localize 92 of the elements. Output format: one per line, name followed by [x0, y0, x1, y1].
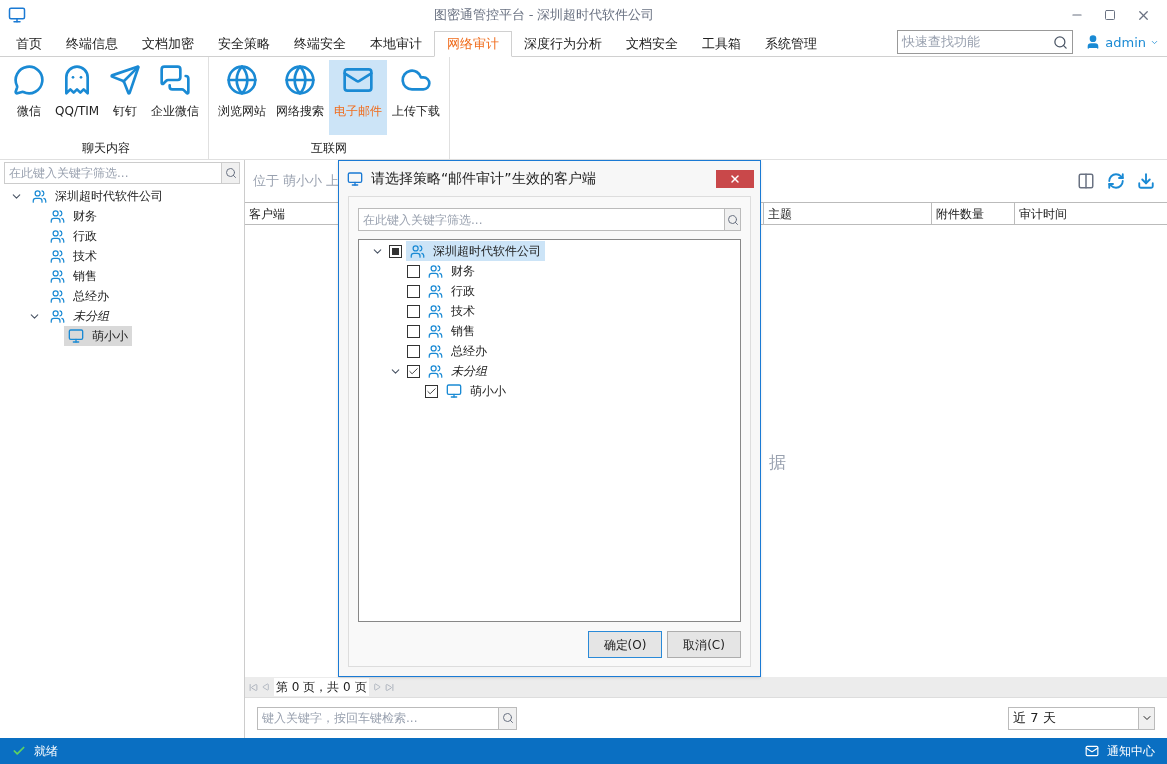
- status-text: 就绪: [34, 743, 59, 760]
- ribbon-button[interactable]: 浏览网站: [213, 60, 272, 135]
- checkbox[interactable]: [407, 364, 420, 378]
- paper-plane-icon: [109, 64, 142, 96]
- users-icon: [428, 323, 443, 339]
- dialog-button[interactable]: 取消(C): [667, 631, 741, 658]
- tree-item[interactable]: 行政: [46, 226, 101, 246]
- dialog-close-button[interactable]: [716, 169, 754, 188]
- ribbon-tab[interactable]: 本地审计: [358, 31, 434, 57]
- search-icon[interactable]: [1053, 34, 1069, 50]
- ribbon-group-label: 互联网: [310, 140, 349, 157]
- column-header[interactable]: 主题: [764, 203, 932, 224]
- users-icon: [50, 228, 65, 244]
- chat-bubble-icon: [13, 64, 45, 96]
- ribbon-tab[interactable]: 系统管理: [753, 31, 829, 57]
- tree-item[interactable]: 总经办: [46, 286, 113, 306]
- checkbox[interactable]: [425, 384, 438, 398]
- ribbon-tab[interactable]: 文档加密: [130, 31, 206, 57]
- check-icon: [12, 744, 26, 758]
- search-icon[interactable]: [726, 213, 739, 226]
- maximize-icon[interactable]: [1104, 9, 1116, 21]
- mail-icon[interactable]: [1085, 744, 1099, 758]
- check-icon: [426, 385, 437, 397]
- tree-item[interactable]: 未分组: [46, 306, 113, 326]
- users-icon: [428, 283, 443, 299]
- users-icon: [50, 248, 65, 264]
- users-icon: [428, 363, 443, 379]
- tree-item[interactable]: 销售: [46, 266, 101, 286]
- users-icon: [50, 208, 65, 224]
- ribbon-button[interactable]: 微信: [8, 60, 50, 135]
- computer-icon: [68, 328, 84, 344]
- users-icon: [410, 243, 425, 259]
- dialog-button[interactable]: 确定(O): [588, 631, 662, 658]
- app-monitor-icon: [8, 6, 26, 24]
- globe-icon: [226, 64, 259, 96]
- tree-item[interactable]: 技术: [424, 301, 479, 321]
- notification-center-link[interactable]: 通知中心: [1107, 742, 1155, 760]
- column-header[interactable]: 审计时间: [1015, 203, 1167, 224]
- search-icon[interactable]: [501, 712, 514, 724]
- empty-message: 据: [769, 451, 786, 475]
- checkbox[interactable]: [407, 344, 420, 358]
- user-menu[interactable]: admin: [1085, 32, 1159, 52]
- tree-item[interactable]: 总经办: [424, 341, 491, 361]
- tree-item[interactable]: 萌小小: [64, 326, 132, 346]
- computer-icon: [446, 383, 462, 399]
- tree-item[interactable]: 财务: [424, 261, 479, 281]
- ribbon-group-label: 聊天内容: [81, 140, 132, 157]
- close-icon: [729, 172, 741, 185]
- ribbon-button[interactable]: 上传下载: [387, 60, 446, 135]
- tree-item[interactable]: 销售: [424, 321, 479, 341]
- tree-item[interactable]: 财务: [46, 206, 101, 226]
- refresh-icon[interactable]: [1107, 172, 1125, 190]
- download-icon[interactable]: [1137, 172, 1155, 190]
- monitor-icon: [347, 170, 363, 187]
- ribbon-tab[interactable]: 安全策略: [206, 31, 282, 57]
- ribbon-tab[interactable]: 文档安全: [614, 31, 690, 57]
- checkbox[interactable]: [407, 264, 420, 278]
- dialog-title: 请选择策略“邮件审计”生效的客户端: [371, 169, 597, 188]
- ribbon-tab[interactable]: 终端信息: [54, 31, 130, 57]
- ribbon-tab[interactable]: 终端安全: [282, 31, 358, 57]
- tree-item[interactable]: 深圳超时代软件公司: [28, 186, 167, 206]
- ribbon-tab[interactable]: 深度行为分析: [512, 31, 614, 57]
- check-icon: [408, 365, 419, 377]
- users-icon: [428, 303, 443, 319]
- location-text: 位于 萌小小 上: [253, 172, 340, 191]
- checkbox[interactable]: [407, 284, 420, 298]
- users-icon: [428, 343, 443, 359]
- ribbon-button[interactable]: QQ/TIM: [50, 60, 105, 135]
- tree-item[interactable]: 行政: [424, 281, 479, 301]
- tree-item[interactable]: 萌小小: [442, 381, 510, 401]
- users-icon: [50, 288, 65, 304]
- users-icon: [50, 268, 65, 284]
- ribbon-tab[interactable]: 工具箱: [690, 31, 753, 57]
- column-header[interactable]: 附件数量: [932, 203, 1015, 224]
- checkbox[interactable]: [407, 304, 420, 318]
- chat-bubbles-icon: [159, 64, 192, 96]
- date-range-select[interactable]: 近 7 天: [1008, 706, 1155, 730]
- ribbon-button[interactable]: 钉钉: [104, 60, 147, 135]
- users-icon: [428, 263, 443, 279]
- users-icon: [50, 308, 65, 324]
- tree-item[interactable]: 深圳超时代软件公司: [406, 241, 545, 261]
- ribbon-button[interactable]: 网络搜索: [271, 60, 330, 135]
- tree-item[interactable]: 技术: [46, 246, 101, 266]
- window-title: 图密通管控平台 - 深圳超时代软件公司: [432, 6, 656, 25]
- ribbon-tab[interactable]: 首页: [4, 31, 54, 57]
- page-info: 第 0 页，共 0 页: [274, 678, 369, 696]
- checkbox[interactable]: [407, 324, 420, 338]
- columns-icon[interactable]: [1077, 172, 1095, 190]
- ribbon-button[interactable]: 企业微信: [146, 60, 205, 135]
- search-icon[interactable]: [224, 167, 237, 179]
- users-icon: [32, 188, 47, 204]
- tree-item[interactable]: 未分组: [424, 361, 491, 381]
